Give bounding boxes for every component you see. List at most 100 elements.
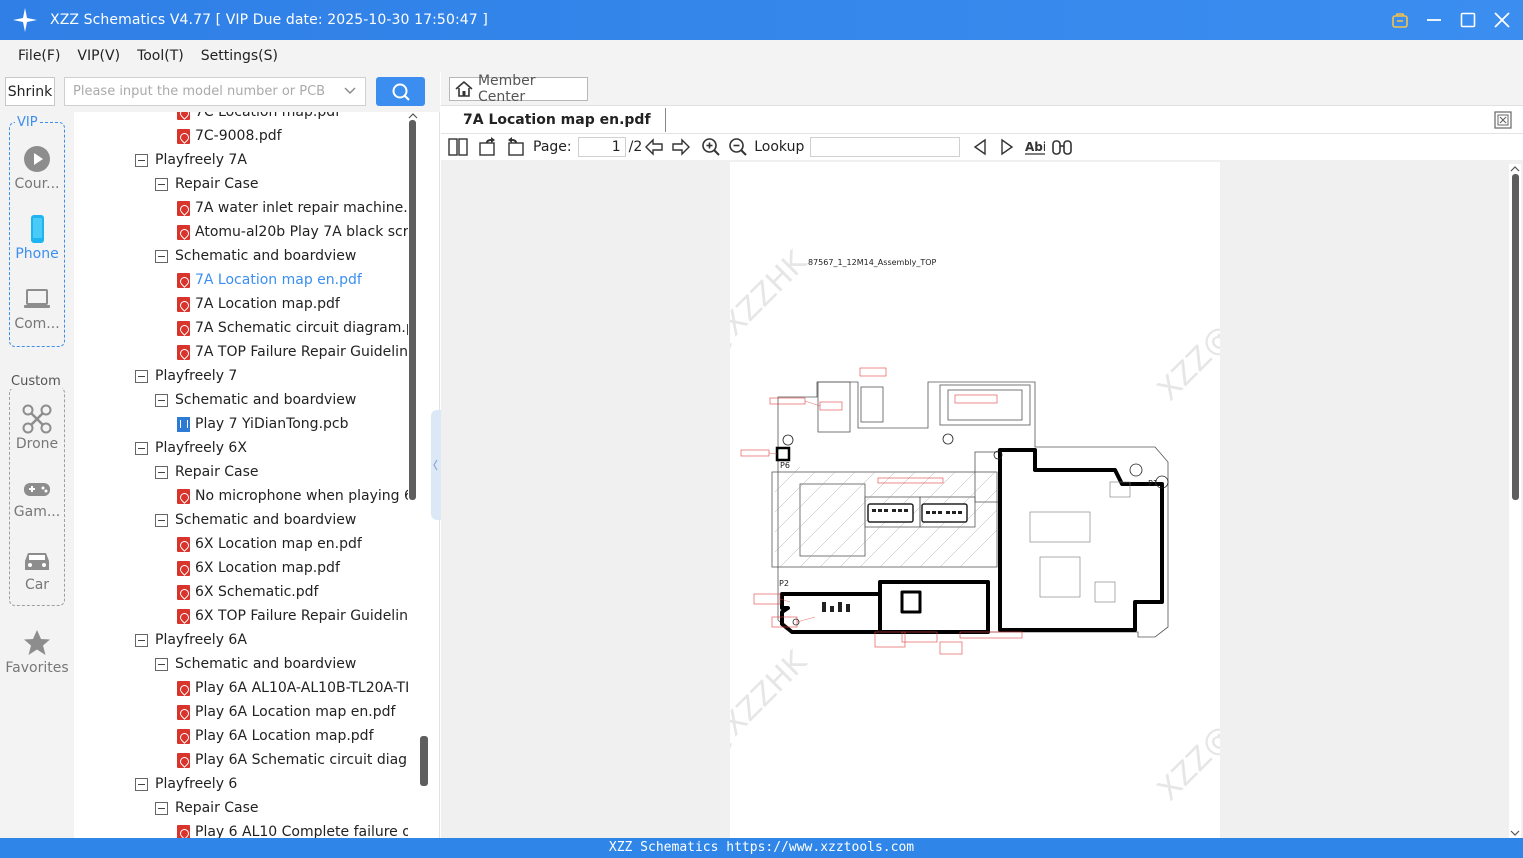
category-phone[interactable]: Phone xyxy=(0,214,74,262)
window-title: XZZ Schematics V4.77 [ VIP Due date: 202… xyxy=(50,12,488,28)
close-tab-icon[interactable] xyxy=(1493,110,1513,130)
zoom-in-icon[interactable] xyxy=(701,137,721,157)
category-course[interactable]: Cour... xyxy=(0,144,74,192)
tree-folder[interactable]: Repair Case xyxy=(155,460,259,484)
tree-item-file[interactable]: Atomu-al20b Play 7A black screen xyxy=(177,220,408,244)
tree-item-file[interactable]: Play 7 YiDianTong.pcb xyxy=(177,412,349,436)
tree-item-file[interactable]: 7C-9008.pdf xyxy=(177,124,282,148)
shrink-button[interactable]: Shrink xyxy=(5,77,55,106)
prev-page-icon[interactable] xyxy=(644,137,664,157)
tree-item-file[interactable]: Play 6 AL10 Complete failure of xyxy=(177,820,408,838)
find-previous-icon[interactable] xyxy=(970,137,990,157)
next-page-icon[interactable] xyxy=(671,137,691,157)
tree-folder[interactable]: Playfreely 6 xyxy=(135,772,237,796)
zoom-out-icon[interactable] xyxy=(728,137,748,157)
rotate-left-icon[interactable] xyxy=(505,137,525,157)
tree-folder[interactable]: Playfreely 6X xyxy=(135,436,247,460)
category-car[interactable]: Car xyxy=(0,545,74,593)
rotate-right-icon[interactable] xyxy=(478,137,498,157)
collapse-icon[interactable] xyxy=(135,633,148,647)
tree-item-file[interactable]: 7A Location map.pdf xyxy=(177,292,340,316)
page-number-input[interactable]: 1 xyxy=(577,137,626,157)
collapse-icon[interactable] xyxy=(155,465,168,479)
search-button[interactable] xyxy=(376,77,425,106)
tree-folder[interactable]: Playfreely 7A xyxy=(135,148,247,172)
page-total: /2 xyxy=(628,139,643,155)
menu-vip[interactable]: VIP(V) xyxy=(77,48,120,64)
match-case-icon[interactable]: Abi xyxy=(1025,137,1046,157)
menu-tool[interactable]: Tool(T) xyxy=(137,48,184,64)
category-favorites[interactable]: Favorites xyxy=(0,628,74,676)
chevron-down-icon[interactable] xyxy=(343,83,357,99)
category-computer[interactable]: Com... xyxy=(0,284,74,332)
member-center-button[interactable]: Member Center xyxy=(449,73,588,105)
menu-file[interactable]: File(F) xyxy=(18,48,60,64)
tree-item-file[interactable]: Play 6A Schematic circuit diagram xyxy=(177,748,408,772)
tree-scrollbar[interactable] xyxy=(408,112,418,838)
collapse-icon[interactable] xyxy=(135,777,148,791)
pdf-vertical-scrollbar[interactable] xyxy=(1509,164,1521,838)
category-game[interactable]: Gam... xyxy=(0,478,74,520)
tree-folder[interactable]: Schematic and boardview xyxy=(155,508,356,532)
tree-item-file[interactable]: 6X Location map en.pdf xyxy=(177,532,362,556)
car-icon xyxy=(25,553,49,570)
two-page-view-icon[interactable] xyxy=(448,137,468,157)
collapse-icon[interactable] xyxy=(135,153,148,167)
tree-item-file[interactable]: Play 6A AL10A-AL10B-TL20A-TL xyxy=(177,676,408,700)
tree-folder[interactable]: Schematic and boardview xyxy=(155,388,356,412)
left-panel: Shrink Please input the model number or … xyxy=(0,72,441,838)
vip-bag-icon[interactable] xyxy=(1389,9,1411,31)
close-button[interactable] xyxy=(1491,9,1513,31)
outer-scroll-thumb[interactable] xyxy=(420,736,428,786)
collapse-icon[interactable] xyxy=(155,177,168,191)
tree-item-file-selected[interactable]: 7A Location map en.pdf xyxy=(177,268,362,292)
collapse-icon[interactable] xyxy=(155,657,168,671)
tree-item-file[interactable]: No microphone when playing 6X xyxy=(177,484,408,508)
pdf-scroll-thumb[interactable] xyxy=(1512,174,1519,500)
tree-folder[interactable]: Repair Case xyxy=(155,172,259,196)
collapse-icon[interactable] xyxy=(155,393,168,407)
tree-item-file[interactable]: 7A water inlet repair machine.pdf xyxy=(177,196,408,220)
tree-folder[interactable]: Playfreely 6A xyxy=(135,628,247,652)
collapse-icon[interactable] xyxy=(135,441,148,455)
scroll-up-icon[interactable] xyxy=(1509,164,1521,172)
collapse-icon[interactable] xyxy=(135,369,148,383)
tree-folder[interactable]: Repair Case xyxy=(155,796,259,820)
category-drone[interactable]: Drone xyxy=(0,404,74,452)
tree-item-file[interactable]: 7C Location map.pdf xyxy=(177,112,340,124)
search-input[interactable]: Please input the model number or PCB xyxy=(64,77,366,106)
binoculars-icon[interactable] xyxy=(1052,137,1073,157)
pdf-icon xyxy=(177,728,190,744)
tree-item-file[interactable]: Play 6A Location map en.pdf xyxy=(177,700,395,724)
tree-item-label: No microphone when playing 6X xyxy=(195,488,408,504)
find-next-icon[interactable] xyxy=(997,137,1017,157)
panel-splitter[interactable] xyxy=(431,410,441,520)
tree-item-file[interactable]: 7A Schematic circuit diagram.pdf xyxy=(177,316,408,340)
tree-item-file[interactable]: 7A TOP Failure Repair Guideline xyxy=(177,340,408,364)
scroll-down-icon[interactable] xyxy=(1509,830,1521,838)
board-label-p2: P2 xyxy=(779,579,789,588)
tree-folder[interactable]: Schematic and boardview xyxy=(155,652,356,676)
tree-item-file[interactable]: 6X Schematic.pdf xyxy=(177,580,318,604)
lookup-input[interactable] xyxy=(810,137,961,157)
pdf-icon xyxy=(177,704,190,720)
tree-item-file[interactable]: Play 6A Location map.pdf xyxy=(177,724,374,748)
tree-scroll-thumb[interactable] xyxy=(409,120,416,500)
tab-document[interactable]: 7A Location map en.pdf xyxy=(449,108,666,132)
maximize-button[interactable] xyxy=(1457,9,1479,31)
pdf-view-area[interactable]: XZZ@XZZHK XZZ@XZZHK XZZ@XZZHK XZZ@XZZHK … xyxy=(441,160,1523,838)
menu-settings[interactable]: Settings(S) xyxy=(201,48,278,64)
tree-item-file[interactable]: 6X TOP Failure Repair Guideline xyxy=(177,604,408,628)
scroll-up-icon[interactable] xyxy=(408,111,418,119)
tree-folder[interactable]: Playfreely 7 xyxy=(135,364,237,388)
tree-item-file[interactable]: 6X Location map.pdf xyxy=(177,556,340,580)
collapse-icon[interactable] xyxy=(155,801,168,815)
pdf-icon xyxy=(177,584,190,600)
minimize-button[interactable] xyxy=(1423,9,1445,31)
watermark-3: XZZ@XZZHK xyxy=(730,644,815,808)
pdf-toolbar: Page: 1 /2 Lookup Abi xyxy=(441,134,1523,160)
collapse-icon[interactable] xyxy=(155,249,168,263)
collapse-icon[interactable] xyxy=(155,513,168,527)
tree-folder[interactable]: Schematic and boardview xyxy=(155,244,356,268)
pdf-icon xyxy=(177,344,190,360)
